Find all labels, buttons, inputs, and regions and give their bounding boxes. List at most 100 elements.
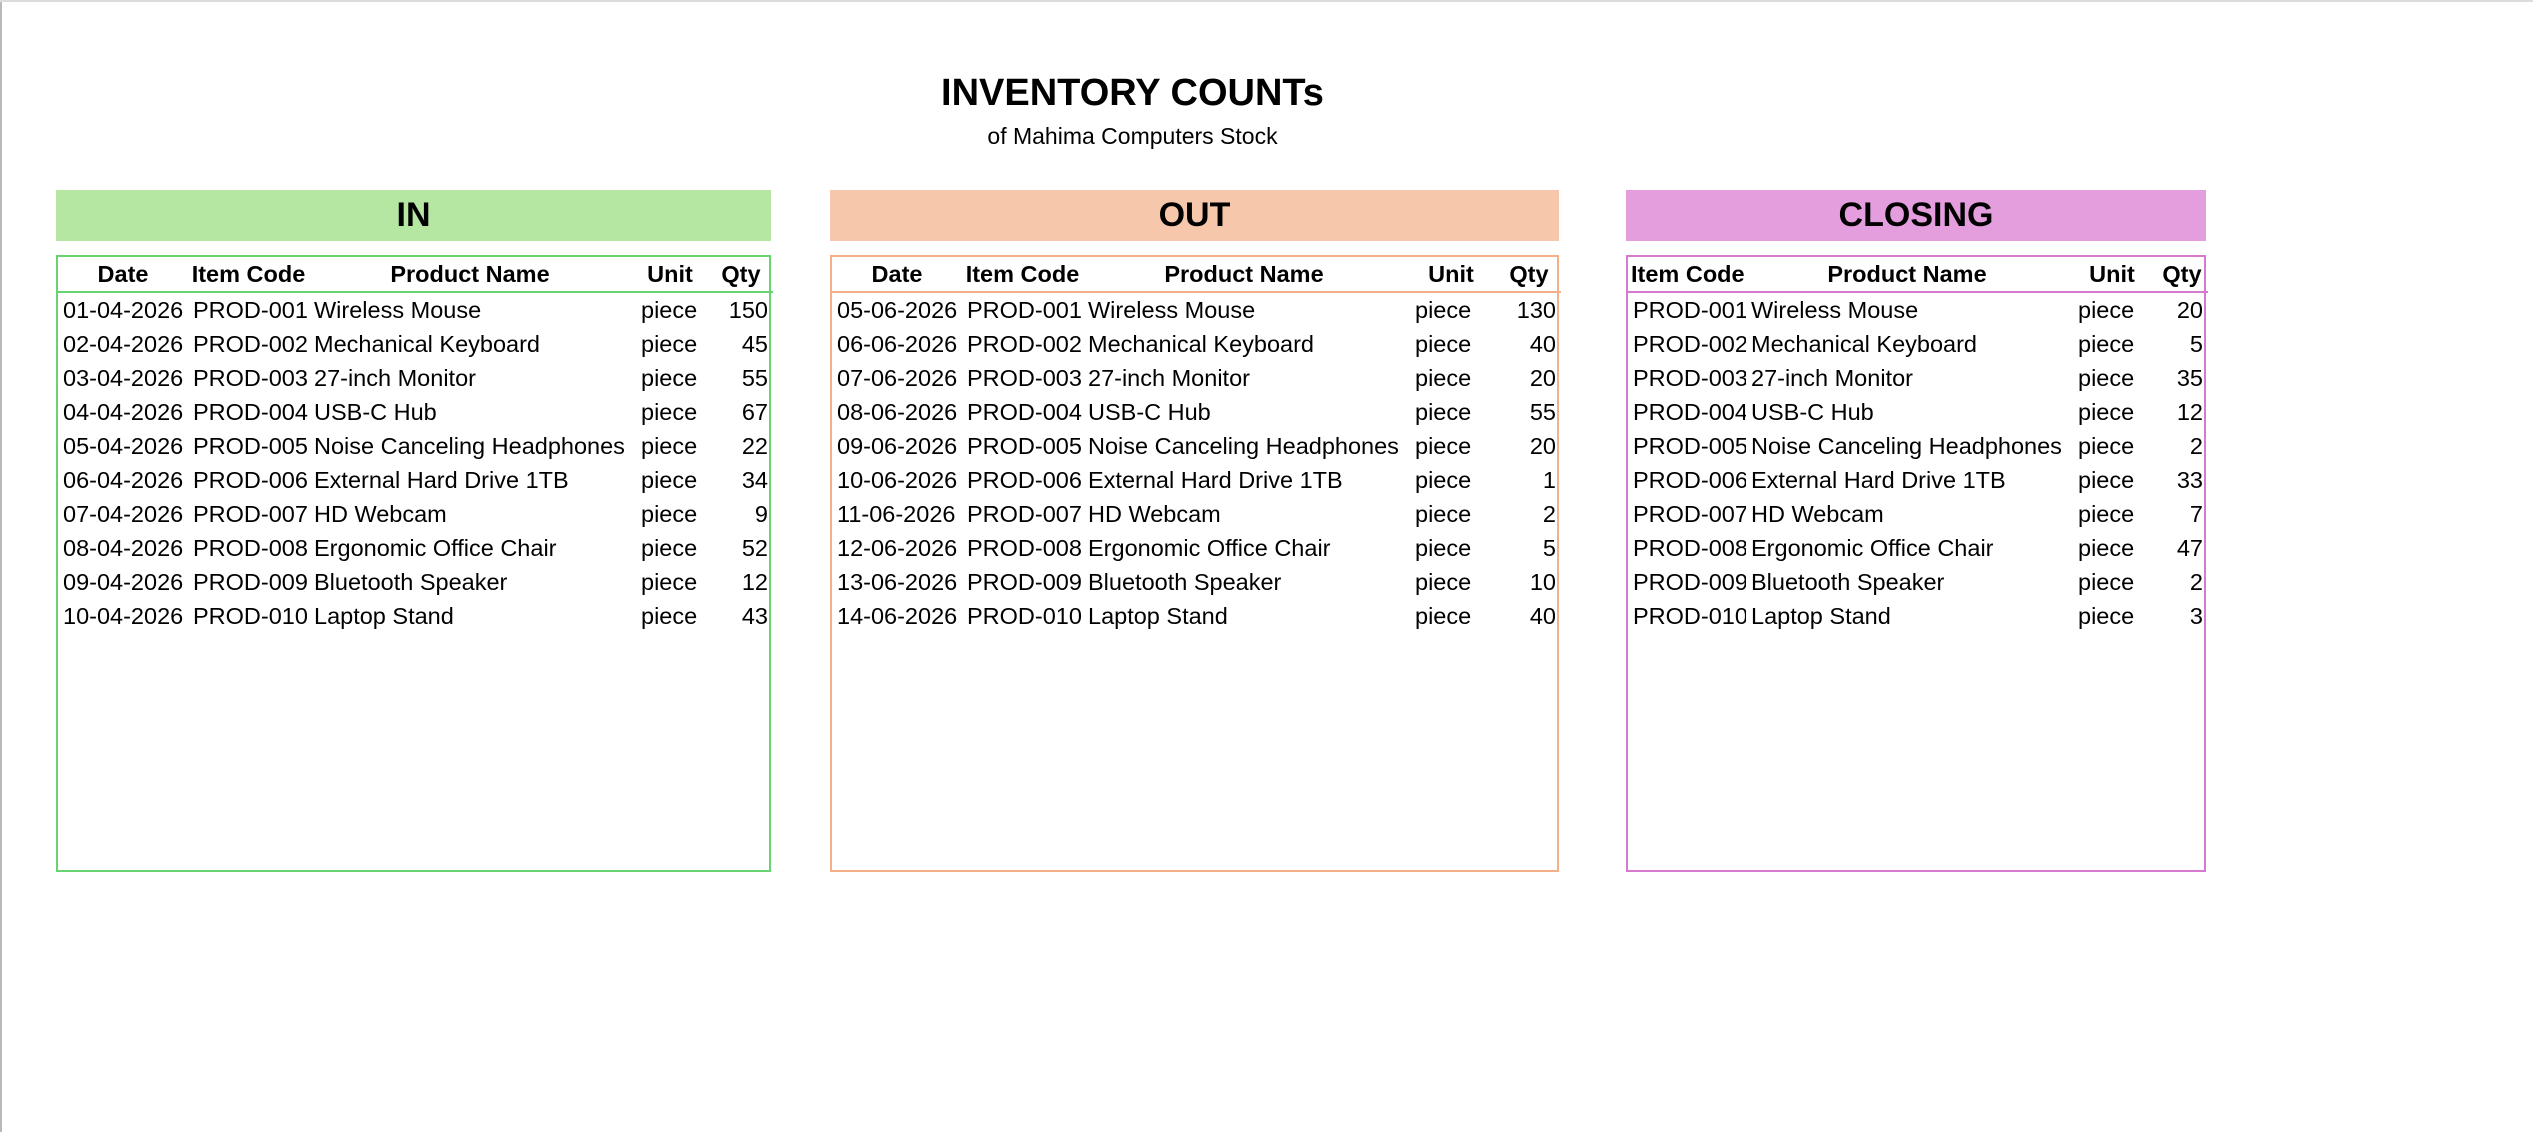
out-table-cell[interactable]: PROD-001 bbox=[962, 292, 1083, 327]
in-table-cell[interactable]: piece bbox=[631, 497, 709, 531]
out-table-cell[interactable]: piece bbox=[1405, 395, 1497, 429]
in-table-cell[interactable]: PROD-004 bbox=[188, 395, 309, 429]
closing-table-cell[interactable]: PROD-010 bbox=[1628, 599, 1746, 633]
closing-table-cell[interactable]: PROD-006 bbox=[1628, 463, 1746, 497]
closing-table-cell[interactable]: piece bbox=[2068, 327, 2156, 361]
in-table-cell[interactable]: 55 bbox=[709, 361, 773, 395]
out-table-cell[interactable]: HD Webcam bbox=[1083, 497, 1405, 531]
closing-table-cell[interactable]: HD Webcam bbox=[1746, 497, 2068, 531]
out-table-cell[interactable]: 10 bbox=[1497, 565, 1561, 599]
in-table-cell[interactable]: Noise Canceling Headphones bbox=[309, 429, 631, 463]
closing-table-cell[interactable]: PROD-004 bbox=[1628, 395, 1746, 429]
in-table-cell[interactable]: 06-04-2026 bbox=[58, 463, 188, 497]
in-table-cell[interactable]: 09-04-2026 bbox=[58, 565, 188, 599]
out-table-cell[interactable]: 20 bbox=[1497, 361, 1561, 395]
closing-table-cell[interactable]: piece bbox=[2068, 599, 2156, 633]
out-table-cell[interactable]: External Hard Drive 1TB bbox=[1083, 463, 1405, 497]
in-table-cell[interactable]: 45 bbox=[709, 327, 773, 361]
closing-table-cell[interactable]: piece bbox=[2068, 497, 2156, 531]
closing-table-cell[interactable]: PROD-002 bbox=[1628, 327, 1746, 361]
out-table-cell[interactable]: Mechanical Keyboard bbox=[1083, 327, 1405, 361]
in-table-cell[interactable]: piece bbox=[631, 429, 709, 463]
in-table-cell[interactable]: 07-04-2026 bbox=[58, 497, 188, 531]
out-table-cell[interactable]: 1 bbox=[1497, 463, 1561, 497]
closing-table-cell[interactable]: 3 bbox=[2156, 599, 2208, 633]
in-table-cell[interactable]: piece bbox=[631, 463, 709, 497]
out-table-cell[interactable]: piece bbox=[1405, 497, 1497, 531]
out-table-cell[interactable]: piece bbox=[1405, 361, 1497, 395]
out-table-cell[interactable]: 10-06-2026 bbox=[832, 463, 962, 497]
in-table-cell[interactable]: 02-04-2026 bbox=[58, 327, 188, 361]
out-table-cell[interactable]: PROD-005 bbox=[962, 429, 1083, 463]
in-table-cell[interactable]: PROD-009 bbox=[188, 565, 309, 599]
out-table-cell[interactable]: piece bbox=[1405, 599, 1497, 633]
closing-table-cell[interactable]: piece bbox=[2068, 361, 2156, 395]
closing-table-cell[interactable]: PROD-007 bbox=[1628, 497, 1746, 531]
out-table-cell[interactable]: 40 bbox=[1497, 599, 1561, 633]
out-table-cell[interactable]: piece bbox=[1405, 292, 1497, 327]
closing-table-cell[interactable]: PROD-005 bbox=[1628, 429, 1746, 463]
out-table-cell[interactable]: piece bbox=[1405, 429, 1497, 463]
in-table-cell[interactable]: piece bbox=[631, 599, 709, 633]
in-table-cell[interactable]: HD Webcam bbox=[309, 497, 631, 531]
out-table-cell[interactable]: 07-06-2026 bbox=[832, 361, 962, 395]
out-table-cell[interactable]: 11-06-2026 bbox=[832, 497, 962, 531]
in-table-cell[interactable]: 04-04-2026 bbox=[58, 395, 188, 429]
in-table-cell[interactable]: piece bbox=[631, 565, 709, 599]
closing-table-cell[interactable]: 7 bbox=[2156, 497, 2208, 531]
in-table-cell[interactable]: PROD-010 bbox=[188, 599, 309, 633]
closing-table-cell[interactable]: piece bbox=[2068, 565, 2156, 599]
in-table-cell[interactable]: Ergonomic Office Chair bbox=[309, 531, 631, 565]
out-table-cell[interactable]: Laptop Stand bbox=[1083, 599, 1405, 633]
in-table-cell[interactable]: 08-04-2026 bbox=[58, 531, 188, 565]
in-table-cell[interactable]: PROD-006 bbox=[188, 463, 309, 497]
in-table-cell[interactable]: Wireless Mouse bbox=[309, 292, 631, 327]
out-table-cell[interactable]: 2 bbox=[1497, 497, 1561, 531]
in-table-cell[interactable]: 03-04-2026 bbox=[58, 361, 188, 395]
in-table-cell[interactable]: Mechanical Keyboard bbox=[309, 327, 631, 361]
out-table-cell[interactable]: 27-inch Monitor bbox=[1083, 361, 1405, 395]
in-table-cell[interactable]: PROD-002 bbox=[188, 327, 309, 361]
in-table-cell[interactable]: 9 bbox=[709, 497, 773, 531]
in-table-cell[interactable]: PROD-005 bbox=[188, 429, 309, 463]
out-table-cell[interactable]: 08-06-2026 bbox=[832, 395, 962, 429]
out-table-cell[interactable]: piece bbox=[1405, 463, 1497, 497]
out-table-cell[interactable]: PROD-008 bbox=[962, 531, 1083, 565]
in-table-cell[interactable]: 150 bbox=[709, 292, 773, 327]
closing-table-cell[interactable]: 35 bbox=[2156, 361, 2208, 395]
closing-table-cell[interactable]: 2 bbox=[2156, 565, 2208, 599]
out-table-cell[interactable]: PROD-010 bbox=[962, 599, 1083, 633]
out-table-cell[interactable]: 130 bbox=[1497, 292, 1561, 327]
closing-table-cell[interactable]: 12 bbox=[2156, 395, 2208, 429]
in-table-cell[interactable]: 01-04-2026 bbox=[58, 292, 188, 327]
closing-table-cell[interactable]: 33 bbox=[2156, 463, 2208, 497]
closing-table-cell[interactable]: Laptop Stand bbox=[1746, 599, 2068, 633]
in-table-cell[interactable]: External Hard Drive 1TB bbox=[309, 463, 631, 497]
closing-table-cell[interactable]: Mechanical Keyboard bbox=[1746, 327, 2068, 361]
out-table-cell[interactable]: 13-06-2026 bbox=[832, 565, 962, 599]
in-table-cell[interactable]: 12 bbox=[709, 565, 773, 599]
out-table-cell[interactable]: USB-C Hub bbox=[1083, 395, 1405, 429]
out-table-cell[interactable]: piece bbox=[1405, 565, 1497, 599]
in-table-cell[interactable]: 52 bbox=[709, 531, 773, 565]
in-table-cell[interactable]: 34 bbox=[709, 463, 773, 497]
in-table-cell[interactable]: Bluetooth Speaker bbox=[309, 565, 631, 599]
out-table-cell[interactable]: Bluetooth Speaker bbox=[1083, 565, 1405, 599]
in-table-cell[interactable]: 05-04-2026 bbox=[58, 429, 188, 463]
in-table-cell[interactable]: piece bbox=[631, 361, 709, 395]
closing-table-cell[interactable]: Ergonomic Office Chair bbox=[1746, 531, 2068, 565]
in-table-cell[interactable]: 43 bbox=[709, 599, 773, 633]
in-table-cell[interactable]: piece bbox=[631, 327, 709, 361]
in-table-cell[interactable]: 27-inch Monitor bbox=[309, 361, 631, 395]
out-table-cell[interactable]: Noise Canceling Headphones bbox=[1083, 429, 1405, 463]
out-table-cell[interactable]: piece bbox=[1405, 531, 1497, 565]
out-table-cell[interactable]: PROD-003 bbox=[962, 361, 1083, 395]
out-table-cell[interactable]: 20 bbox=[1497, 429, 1561, 463]
out-table-cell[interactable]: PROD-004 bbox=[962, 395, 1083, 429]
in-table-cell[interactable]: USB-C Hub bbox=[309, 395, 631, 429]
closing-table-cell[interactable]: piece bbox=[2068, 463, 2156, 497]
closing-table-cell[interactable]: USB-C Hub bbox=[1746, 395, 2068, 429]
out-table-cell[interactable]: Ergonomic Office Chair bbox=[1083, 531, 1405, 565]
out-table-cell[interactable]: PROD-009 bbox=[962, 565, 1083, 599]
in-table-cell[interactable]: 67 bbox=[709, 395, 773, 429]
